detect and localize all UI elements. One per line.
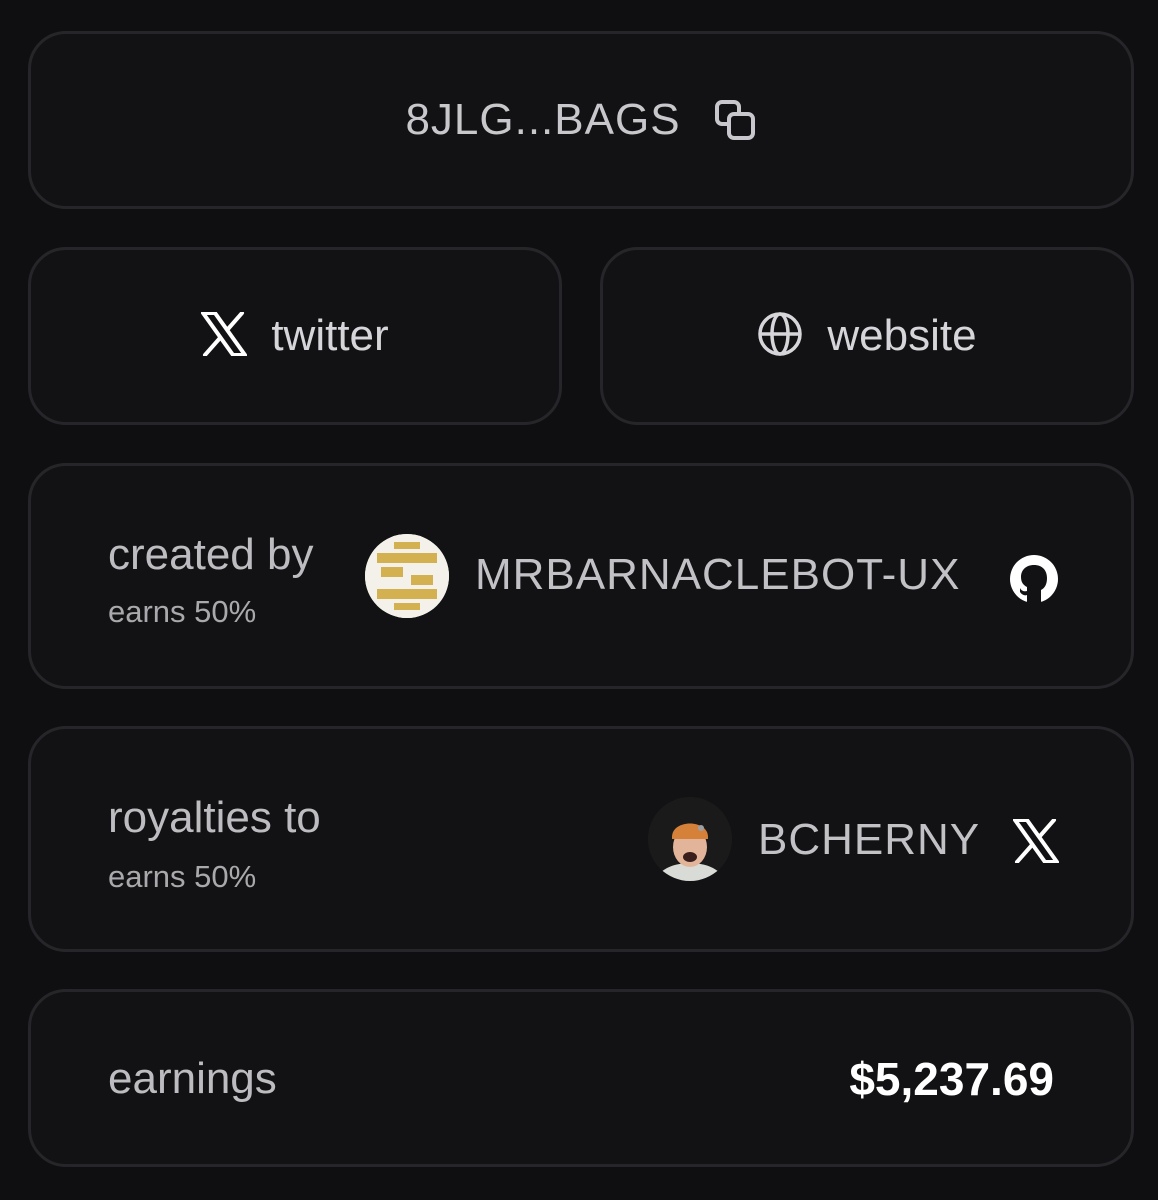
token-address: 8JLG...BAGS [405, 95, 681, 144]
earnings-label: earnings [108, 1054, 277, 1103]
creator-share: earns 50% [108, 594, 257, 629]
website-label: website [827, 311, 977, 360]
creator-handle[interactable]: MRBARNACLEBOT-UX [475, 550, 960, 600]
royalties-share: earns 50% [108, 859, 257, 894]
royalties-avatar[interactable] [648, 797, 732, 881]
website-link-button[interactable]: website [600, 247, 1134, 425]
royalties-handle[interactable]: BCHERNY [758, 815, 980, 865]
globe-icon [757, 311, 803, 362]
royalties-card: royalties to earns 50% BCHERNY [28, 726, 1134, 952]
creator-avatar[interactable] [365, 534, 449, 618]
creator-card: created by earns 50% MRBARNACLEBOT-UX [28, 463, 1134, 689]
created-by-label: created by [108, 530, 314, 579]
royalties-to-label: royalties to [108, 793, 321, 842]
earnings-card: earnings $5,237.69 [28, 989, 1134, 1167]
copy-icon[interactable] [713, 98, 757, 142]
twitter-link-button[interactable]: twitter [28, 247, 562, 425]
x-logo-icon[interactable] [1013, 818, 1059, 868]
copy-address-button[interactable]: 8JLG...BAGS [28, 31, 1134, 209]
earnings-value: $5,237.69 [849, 1053, 1054, 1105]
x-logo-icon [201, 310, 248, 361]
twitter-label: twitter [271, 311, 389, 360]
github-icon[interactable] [1009, 554, 1059, 609]
